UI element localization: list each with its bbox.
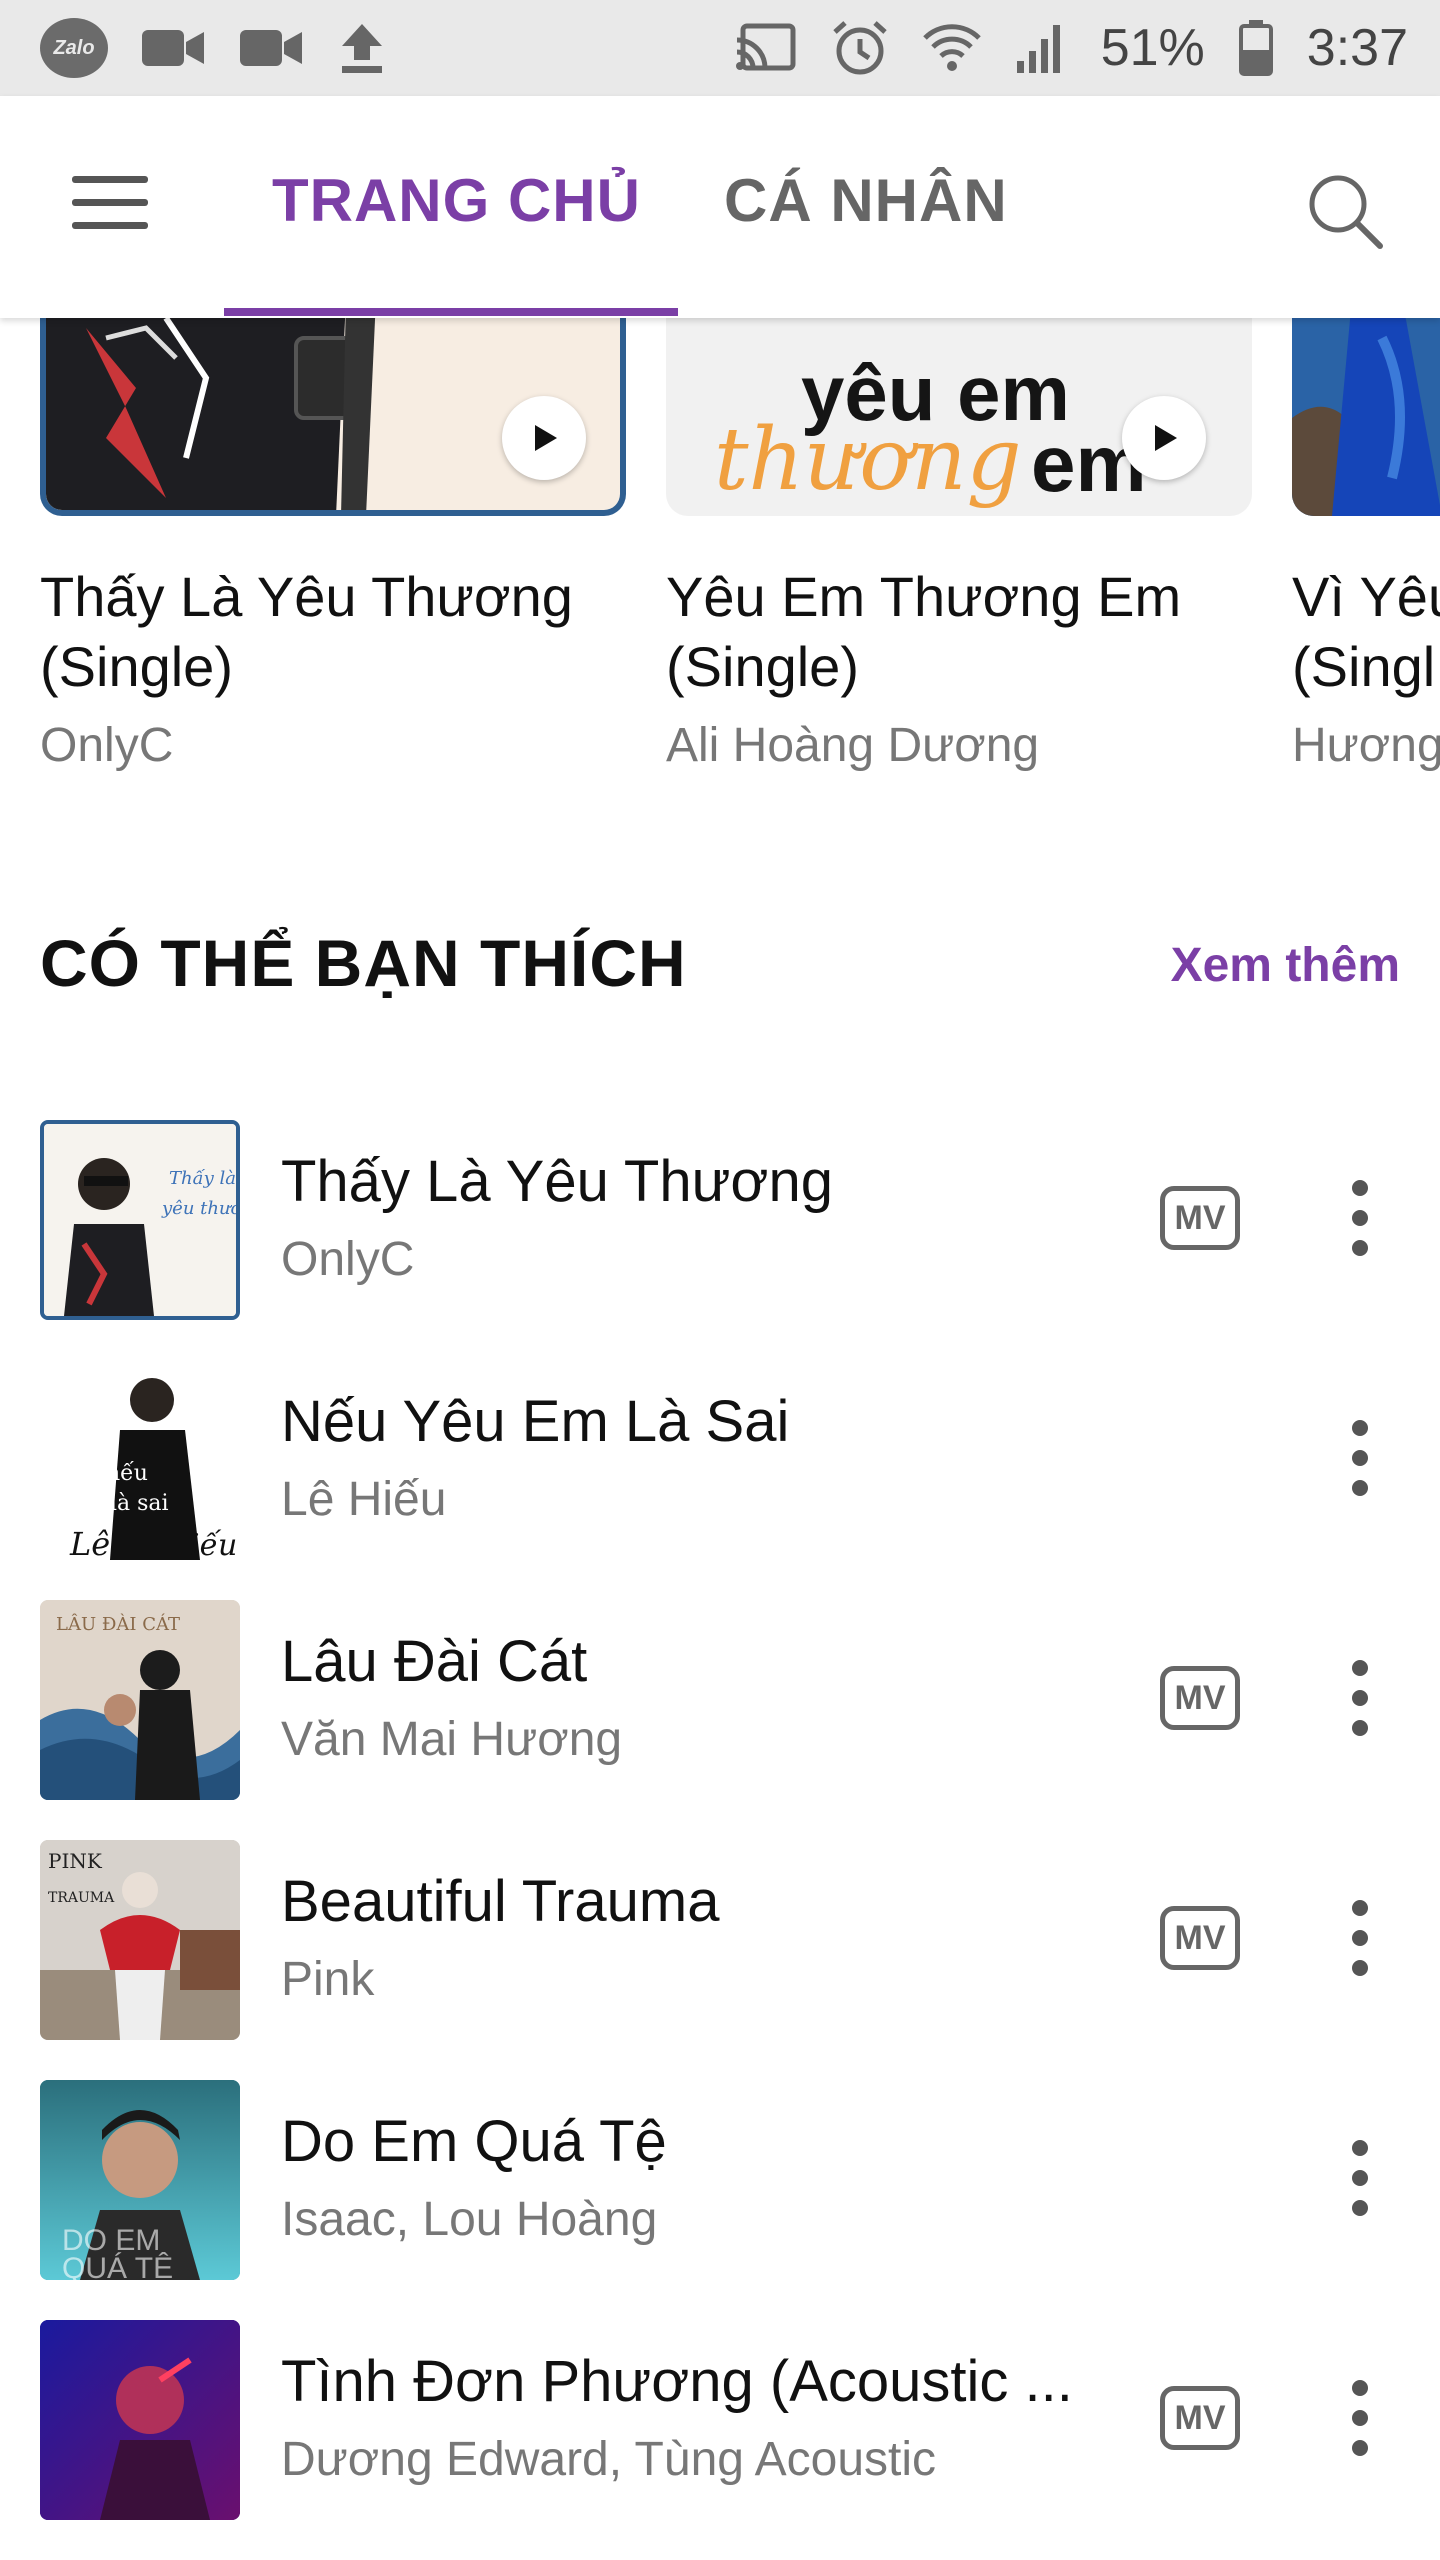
song-thumbnail: LÂU ĐÀI CÁT: [40, 1600, 240, 1800]
song-title: Do Em Quá Tệ: [281, 2109, 667, 2174]
song-thumbnail: PINK TRAUMA: [40, 1840, 240, 2040]
search-icon[interactable]: [1300, 166, 1390, 256]
play-button[interactable]: [1122, 396, 1206, 480]
signal-icon: [1015, 23, 1067, 73]
tab-personal[interactable]: CÁ NHÂN: [724, 166, 1008, 235]
section-title: CÓ THỂ BẠN THÍCH: [40, 926, 687, 1000]
cover-text-script: thương: [714, 410, 1022, 510]
song-title: Thấy Là Yêu Thương: [281, 1149, 833, 1214]
play-button[interactable]: [502, 396, 586, 480]
more-options-icon[interactable]: [1340, 2380, 1380, 2460]
tab-home[interactable]: TRANG CHỦ: [272, 166, 641, 235]
song-thumbnail: [40, 2320, 240, 2520]
more-options-icon[interactable]: [1340, 1180, 1380, 1260]
song-row[interactable]: nếu là sai Lê iếu Nếu Yêu Em Là Sai Lê Hiếu: [0, 1360, 1440, 1560]
song-title: Lâu Đài Cát: [281, 1629, 588, 1694]
status-bar-notifications: Zalo: [40, 18, 386, 78]
svg-text:là sai: là sai: [110, 1491, 169, 1516]
song-artist: Pink: [281, 1953, 375, 2006]
more-options-icon[interactable]: [1340, 1900, 1380, 1980]
album-title-line: (Single): [40, 635, 233, 698]
play-icon: [1155, 425, 1177, 451]
svg-text:Thấy là: Thấy là: [169, 1168, 236, 1189]
more-options-icon[interactable]: [1340, 1420, 1380, 1500]
song-title: Tình Đơn Phương (Acoustic ...: [281, 2349, 1073, 2414]
song-thumbnail: nếu là sai Lê iếu: [40, 1360, 240, 1560]
mv-icon[interactable]: MV: [1160, 1186, 1240, 1250]
song-row[interactable]: LÂU ĐÀI CÁT Lâu Đài Cát Văn Mai Hương MV: [0, 1600, 1440, 1800]
wifi-icon: [922, 22, 981, 74]
album-artist: Ali Hoàng Dương: [666, 719, 1040, 772]
more-options-icon[interactable]: [1340, 1660, 1380, 1740]
album-title: Vì Yêu (Singl: [1292, 562, 1440, 702]
cast-icon: [735, 22, 797, 74]
song-artist: OnlyC: [281, 1233, 415, 1286]
album-carousel[interactable]: Thấy Là Yêu Thương (Single) OnlyC yêu em…: [0, 318, 1440, 798]
more-options-icon[interactable]: [1340, 2140, 1380, 2220]
song-thumbnail: DO EM QUÁ TỆ: [40, 2080, 240, 2280]
album-title-line: Yêu Em Thương Em: [666, 565, 1182, 628]
album-cover: [40, 318, 626, 516]
song-artist: Isaac, Lou Hoàng: [281, 2193, 658, 2246]
song-artist: Dương Edward, Tùng Acoustic: [281, 2433, 937, 2486]
album-cover: [1292, 318, 1440, 516]
song-thumbnail: Thấy là yêu thương: [40, 1120, 240, 1320]
svg-text:nếu: nếu: [106, 1460, 148, 1486]
battery-icon: [1238, 20, 1273, 76]
mv-icon[interactable]: MV: [1160, 2386, 1240, 2450]
song-row[interactable]: PINK TRAUMA Beautiful Trauma Pink MV: [0, 1840, 1440, 2040]
svg-text:yêu thương: yêu thương: [161, 1198, 236, 1219]
song-title: Beautiful Trauma: [281, 1869, 720, 1934]
album-title-line: Thấy Là Yêu Thương: [40, 565, 573, 628]
album-title-line: Vì Yêu: [1292, 565, 1440, 628]
mv-icon[interactable]: MV: [1160, 1906, 1240, 1970]
video-camera-icon: [240, 26, 304, 70]
album-title-line: (Singl: [1292, 635, 1436, 698]
album-title: Thấy Là Yêu Thương (Single): [40, 562, 573, 702]
song-row[interactable]: DO EM QUÁ TỆ Do Em Quá Tệ Isaac, Lou Hoàn…: [0, 2080, 1440, 2280]
svg-text:PINK: PINK: [48, 1849, 103, 1873]
alarm-icon: [831, 20, 889, 76]
clock: 3:37: [1306, 19, 1408, 77]
video-camera-icon: [142, 26, 206, 70]
album-artist: Hương: [1292, 719, 1440, 772]
app-bar: TRANG CHỦ CÁ NHÂN: [0, 96, 1440, 318]
upload-icon: [338, 22, 386, 74]
battery-percentage: 51%: [1100, 19, 1205, 77]
active-tab-indicator: [224, 308, 678, 316]
hamburger-menu-icon[interactable]: [72, 176, 148, 232]
song-row[interactable]: Tình Đơn Phương (Acoustic ... Dương Edwa…: [0, 2320, 1440, 2520]
status-bar-system: 51% 3:37: [735, 18, 1408, 78]
svg-text:TRAUMA: TRAUMA: [48, 1890, 115, 1906]
status-bar: Zalo 51% 3:37: [0, 0, 1440, 96]
svg-text:iếu: iếu: [190, 1528, 237, 1560]
svg-text:Lê: Lê: [69, 1525, 110, 1560]
zalo-notification-icon: Zalo: [40, 18, 108, 78]
album-title-line: (Single): [666, 635, 859, 698]
zalo-label: Zalo: [53, 36, 95, 59]
play-icon: [535, 425, 557, 451]
song-artist: Văn Mai Hương: [281, 1713, 623, 1766]
album-cover: yêu em thương em: [666, 318, 1252, 516]
song-artist: Lê Hiếu: [281, 1473, 447, 1526]
song-title: Nếu Yêu Em Là Sai: [281, 1389, 790, 1454]
album-cover-art: [1292, 318, 1440, 516]
song-row[interactable]: Thấy là yêu thương Thấy Là Yêu Thương Onl…: [0, 1120, 1440, 1320]
see-more-link[interactable]: Xem thêm: [1171, 938, 1400, 993]
svg-text:QUÁ TỆ: QUÁ TỆ: [62, 2252, 173, 2280]
svg-text:LÂU ĐÀI CÁT: LÂU ĐÀI CÁT: [56, 1612, 180, 1635]
album-title: Yêu Em Thương Em (Single): [666, 562, 1181, 702]
album-artist: OnlyC: [40, 719, 174, 772]
mv-icon[interactable]: MV: [1160, 1666, 1240, 1730]
